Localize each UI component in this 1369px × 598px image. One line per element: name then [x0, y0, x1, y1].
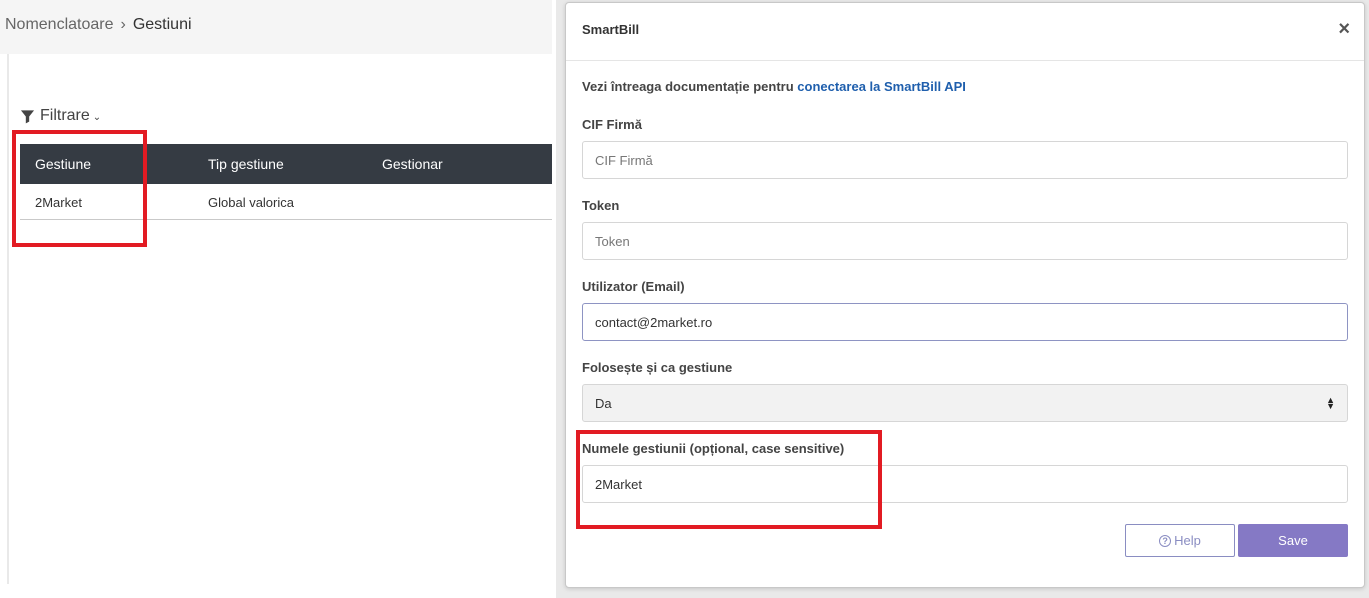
- highlight-box-warehouse-name: [576, 430, 882, 529]
- help-button-label: Help: [1174, 533, 1201, 548]
- email-input[interactable]: [582, 303, 1348, 341]
- token-input[interactable]: [582, 222, 1348, 260]
- documentation-line: Vezi întreaga documentație pentru conect…: [582, 79, 966, 94]
- highlight-box-table: [12, 130, 147, 247]
- breadcrumb-current: Gestiuni: [132, 16, 192, 33]
- use-as-warehouse-select[interactable]: Da ▲ ▼: [582, 384, 1348, 422]
- breadcrumb-parent[interactable]: Nomenclatoare: [5, 16, 114, 33]
- token-label: Token: [582, 198, 620, 213]
- chevron-down-icon: ⌄: [92, 112, 102, 123]
- column-header-tip-gestiune[interactable]: Tip gestiune: [208, 156, 284, 172]
- question-circle-icon: ?: [1159, 534, 1172, 547]
- filter-label: Filtrare: [40, 107, 90, 124]
- save-button[interactable]: Save: [1238, 524, 1348, 557]
- documentation-text: Vezi întreaga documentație pentru: [582, 79, 794, 94]
- cell-tip-gestiune: Global valorica: [208, 195, 294, 210]
- cif-label: CIF Firmă: [582, 117, 642, 132]
- modal-header: SmartBill ×: [566, 3, 1364, 61]
- select-arrows-icon: ▲ ▼: [1326, 395, 1335, 411]
- breadcrumb-bar: Nomenclatoare › Gestiuni: [0, 0, 552, 54]
- breadcrumb: Nomenclatoare › Gestiuni: [5, 16, 192, 34]
- left-page: Nomenclatoare › Gestiuni Filtrare ⌄ Gestiu…: [0, 0, 556, 598]
- left-border: [7, 54, 9, 584]
- close-icon[interactable]: ×: [1338, 19, 1350, 39]
- cif-input[interactable]: [582, 141, 1348, 179]
- modal-title: SmartBill: [582, 22, 640, 37]
- column-header-gestionar[interactable]: Gestionar: [382, 156, 443, 172]
- filter-toggle[interactable]: Filtrare ⌄: [20, 107, 101, 125]
- use-as-warehouse-label: Folosește și ca gestiune: [582, 360, 733, 375]
- funnel-icon: [20, 109, 35, 123]
- use-as-warehouse-value: Da: [595, 395, 612, 411]
- help-button[interactable]: ? Help: [1125, 524, 1235, 557]
- breadcrumb-separator: ›: [120, 16, 126, 33]
- documentation-link[interactable]: conectarea la SmartBill API: [797, 79, 966, 94]
- email-label: Utilizator (Email): [582, 279, 685, 294]
